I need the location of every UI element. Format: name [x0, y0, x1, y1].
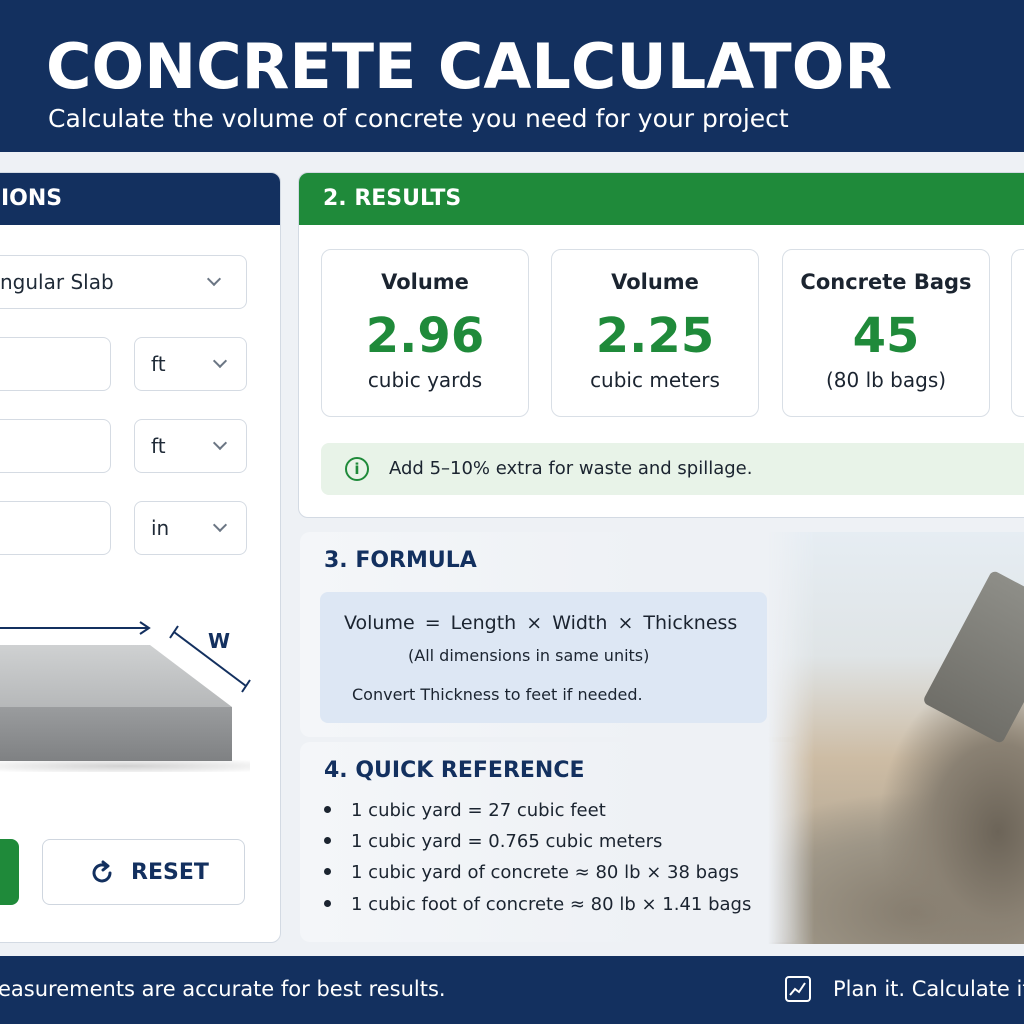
results-title: 2. RESULTS: [323, 186, 462, 211]
slab-dimension-arrows: [0, 621, 251, 693]
info-icon: i: [345, 457, 369, 481]
bullet-icon: [324, 836, 331, 844]
footer-tagline: Plan it. Calculate it.: [833, 977, 1024, 1001]
result-card-value: 2.96: [365, 308, 485, 364]
result-card-cubic-yards: Volume 2.96 cubic yards: [321, 249, 529, 417]
width-arrow-tick: [241, 679, 251, 693]
dimensions-panel-title: IONS: [1, 186, 63, 211]
bullet-icon: [324, 867, 331, 875]
chart-icon: [785, 976, 811, 1002]
width-input[interactable]: [0, 419, 111, 473]
result-card-label: Concrete Bags: [800, 270, 972, 294]
reference-item-text: 1 cubic foot of concrete ≈ 80 lb × 1.41 …: [351, 894, 752, 915]
thickness-input[interactable]: [0, 501, 111, 555]
reference-item-text: 1 cubic yard = 27 cubic feet: [351, 800, 606, 821]
result-card-value: 2.25: [595, 308, 715, 364]
reference-item: 1 cubic yard = 27 cubic feet: [324, 800, 606, 821]
formula-panel: 3. FORMULA Volume = Length × Width × Thi…: [300, 532, 800, 737]
result-card-unit: cubic meters: [590, 368, 720, 392]
reset-button-label: RESET: [131, 860, 209, 885]
result-card-bags: Concrete Bags 45 (80 lb bags): [782, 249, 990, 417]
width-unit-value: ft: [151, 434, 166, 458]
chevron-down-icon: [212, 435, 228, 451]
formula-convert-note: Convert Thickness to feet if needed.: [352, 685, 643, 704]
thickness-unit-select[interactable]: in: [134, 501, 247, 555]
thickness-unit-value: in: [151, 516, 170, 540]
result-card-unit: (80 lb bags): [825, 368, 947, 392]
shape-select-value: ngular Slab: [0, 270, 114, 294]
formula-expression: Volume = Length × Width × Thickness: [344, 612, 738, 634]
result-card-unit: cubic yards: [367, 368, 483, 392]
dimensions-panel: IONS ngular Slab ft ft in: [0, 172, 281, 943]
waste-tip-text: Add 5–10% extra for waste and spillage.: [389, 458, 753, 479]
quick-reference-title: 4. QUICK REFERENCE: [324, 758, 585, 783]
formula-title: 3. FORMULA: [324, 548, 477, 573]
width-arrow-tick: [169, 625, 179, 639]
bullet-icon: [324, 899, 331, 907]
reference-item: 1 cubic foot of concrete ≈ 80 lb × 1.41 …: [324, 894, 751, 915]
chevron-down-icon: [212, 517, 228, 533]
reset-button[interactable]: RESET: [42, 839, 245, 905]
formula-box: Volume = Length × Width × Thickness (All…: [320, 592, 767, 723]
result-card-value: 45: [852, 308, 920, 364]
reference-item: 1 cubic yard of concrete ≈ 80 lb × 38 ba…: [324, 862, 739, 883]
width-unit-select[interactable]: ft: [134, 419, 247, 473]
chevron-down-icon: [212, 353, 228, 369]
quick-reference-panel: 4. QUICK REFERENCE 1 cubic yard = 27 cub…: [300, 742, 800, 942]
length-input[interactable]: [0, 337, 111, 391]
shape-select[interactable]: ngular Slab: [0, 255, 247, 309]
page-subtitle: Calculate the volume of concrete you nee…: [48, 104, 789, 133]
result-card-partial: [1011, 249, 1024, 417]
result-card-label: Volume: [611, 270, 699, 294]
reference-item-text: 1 cubic yard = 0.765 cubic meters: [351, 831, 663, 852]
page-title: CONCRETE CALCULATOR: [46, 30, 893, 103]
chevron-down-icon: [206, 271, 222, 287]
waste-tip: i Add 5–10% extra for waste and spillage…: [321, 443, 1024, 495]
width-label: W: [208, 629, 231, 653]
length-unit-select[interactable]: ft: [134, 337, 247, 391]
footer-note: easurements are accurate for best result…: [0, 977, 446, 1001]
reference-item: 1 cubic yard = 0.765 cubic meters: [324, 831, 662, 852]
calculate-button[interactable]: [0, 839, 19, 905]
formula-note: (All dimensions in same units): [408, 646, 650, 665]
results-panel: 2. RESULTS Volume 2.96 cubic yards Volum…: [298, 172, 1024, 518]
result-card-cubic-meters: Volume 2.25 cubic meters: [551, 249, 759, 417]
result-card-label: Volume: [381, 270, 469, 294]
slab-shadow: [0, 760, 250, 772]
bullet-icon: [324, 805, 331, 813]
refresh-icon: [92, 860, 112, 883]
reference-item-text: 1 cubic yard of concrete ≈ 80 lb × 38 ba…: [351, 862, 739, 883]
length-unit-value: ft: [151, 352, 166, 376]
slab-front-face: [0, 707, 232, 761]
